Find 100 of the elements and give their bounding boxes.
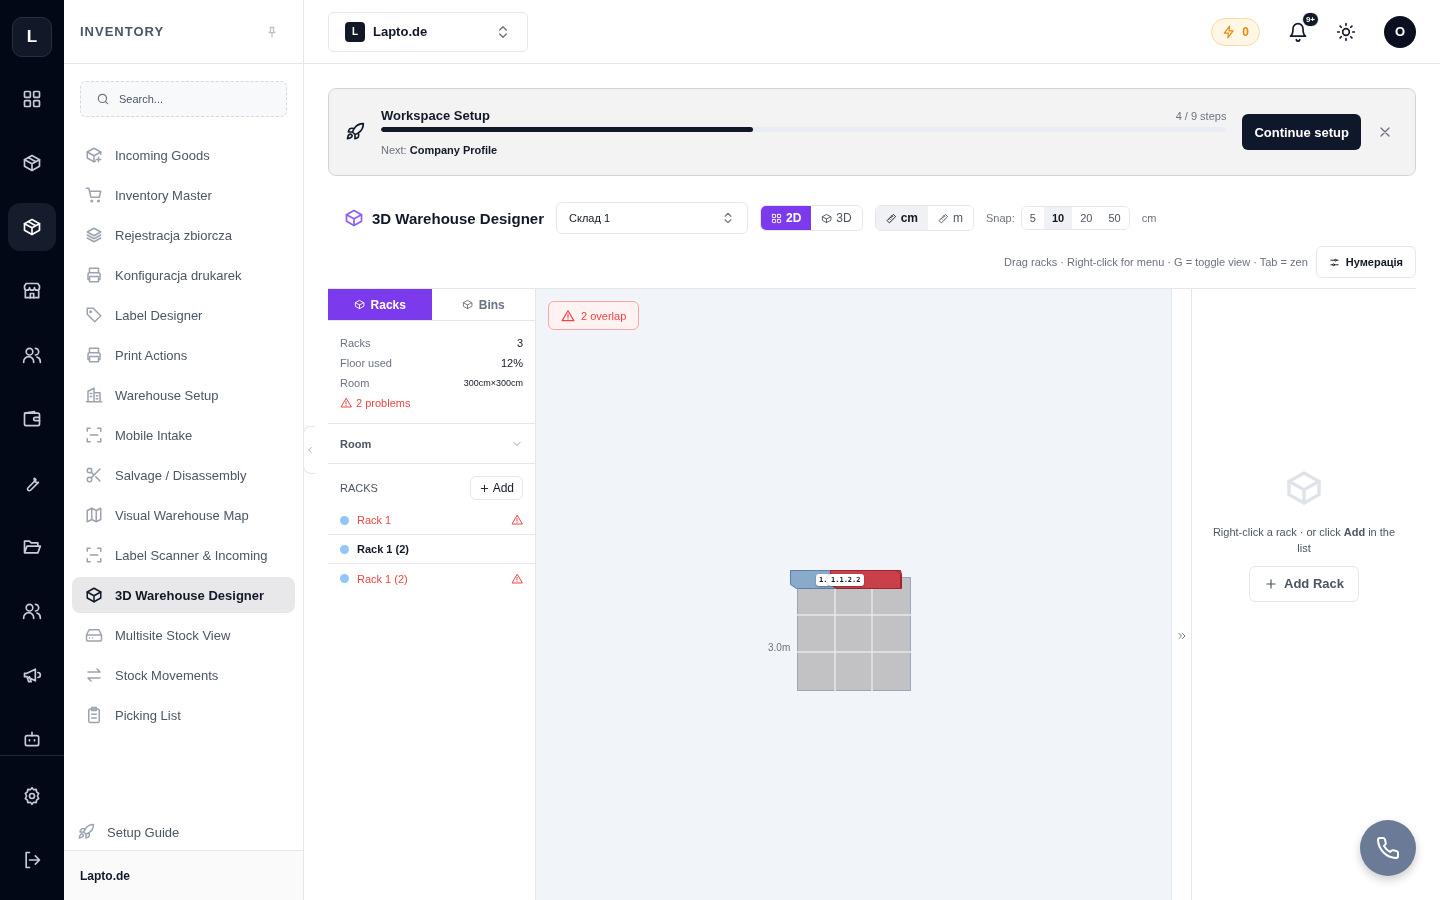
sidebar-item[interactable]: 3D Warehouse Designer <box>72 577 295 613</box>
rocket-icon <box>345 122 365 142</box>
map-icon <box>85 506 103 524</box>
cube-icon <box>461 299 473 310</box>
sliders-icon <box>1328 256 1340 268</box>
cube-icon <box>353 299 365 310</box>
scissors-icon <box>85 466 103 484</box>
shortcut-hint: Drag racks · Right-click for menu · G = toggle view · Tab = zen <box>1004 256 1308 268</box>
sidebar-item[interactable]: Rejestracja zbiorcza <box>72 217 295 253</box>
scan-icon <box>85 426 103 444</box>
problems-text: 2 problems <box>356 397 411 409</box>
cube-icon <box>85 586 103 604</box>
sidebar-item[interactable]: Print Actions <box>72 337 295 373</box>
grid-icon <box>771 212 782 224</box>
cart-icon <box>85 186 103 204</box>
workspace-switcher[interactable]: L Lapto.de <box>328 11 528 52</box>
sidebar-item[interactable]: Stock Movements <box>72 657 295 693</box>
stat-value: 300cm×300cm <box>463 378 523 388</box>
stat-label: Room <box>340 377 370 389</box>
add-button[interactable]: Add <box>469 476 523 500</box>
ruler-icon <box>885 212 897 224</box>
folder-icon <box>22 537 42 557</box>
sidebar-item[interactable]: Incoming Goods <box>72 137 295 173</box>
bell-icon[interactable] <box>1288 21 1308 42</box>
notification-count: 9+ <box>1301 11 1319 27</box>
printer-icon <box>85 346 103 364</box>
view-toggle[interactable]: 2D <box>761 206 812 230</box>
phone-icon <box>1376 836 1400 860</box>
setup-guide-link[interactable]: Setup Guide <box>64 814 303 850</box>
sidebar-item[interactable]: Inventory Master <box>72 177 295 213</box>
rack-item[interactable]: Rack 1 (2) <box>328 564 535 593</box>
warning-icon <box>511 572 523 585</box>
sidebar-item[interactable]: Warehouse Setup <box>72 377 295 413</box>
room-section-toggle[interactable]: Room <box>328 424 535 464</box>
clipboard-icon <box>85 706 103 724</box>
package-icon <box>22 153 42 173</box>
stat-value: 12% <box>500 357 523 369</box>
app-logo[interactable]: L <box>12 17 52 57</box>
step-count: 4 / 9 steps <box>1175 110 1227 122</box>
section-heading: RACKS <box>340 482 378 494</box>
plus-icon <box>1264 576 1278 591</box>
cube-icon <box>821 212 833 224</box>
users-icon <box>22 345 42 365</box>
empty-hint: Right-click a rack · or click Add in the list <box>1211 524 1397 556</box>
rack-item[interactable]: Rack 1 <box>328 506 535 535</box>
add-rack-button[interactable]: Add Rack <box>1249 565 1359 602</box>
avatar[interactable]: O <box>1384 15 1416 48</box>
sidebar-item[interactable]: Picking List <box>72 697 295 733</box>
sidebar-item[interactable]: Label Designer <box>72 297 295 333</box>
stat-value: 3 <box>516 337 523 349</box>
sidebar-title: INVENTORY <box>80 24 165 39</box>
lightning-icon <box>1222 24 1237 39</box>
dimension-label: 3.0m <box>768 642 791 653</box>
warning-icon <box>561 308 575 323</box>
warehouse-select[interactable]: Склад 1 <box>556 202 748 234</box>
store-icon <box>22 281 42 301</box>
sidebar-item[interactable]: Konfiguracja drukarek <box>72 257 295 293</box>
banner-title: Workspace Setup <box>381 108 490 123</box>
continue-setup-button[interactable]: Continue setup <box>1242 114 1361 150</box>
warning-icon <box>340 397 352 409</box>
package-icon <box>22 217 42 237</box>
megaphone-icon <box>22 665 42 685</box>
robot-icon <box>22 729 42 749</box>
users-icon <box>22 601 42 621</box>
rack-item[interactable]: Rack 1 (2) <box>328 535 535 564</box>
warning-icon <box>511 514 523 526</box>
scan-icon <box>85 546 103 564</box>
unit-toggle[interactable]: cm <box>875 206 929 230</box>
rocket-icon <box>77 823 95 841</box>
layers-icon <box>85 226 103 244</box>
settings-icon[interactable] <box>22 786 42 806</box>
cube-icon <box>344 208 364 228</box>
sidebar-item[interactable]: Label Scanner & Incoming <box>72 537 295 573</box>
rail-item[interactable] <box>8 203 56 251</box>
tag-icon <box>85 306 103 324</box>
printer-icon <box>85 266 103 284</box>
sun-icon[interactable] <box>1336 21 1356 42</box>
plus-icon <box>478 482 490 494</box>
snap-option[interactable]: 10 <box>1043 207 1073 229</box>
sidebar-item[interactable]: Multisite Stock View <box>72 617 295 653</box>
package-plus-icon <box>85 146 103 164</box>
building-icon <box>85 386 103 404</box>
panel-tab[interactable]: Racks <box>328 289 432 320</box>
sidebar-item[interactable]: Salvage / Disassembly <box>72 457 295 493</box>
sidebar-item[interactable]: Visual Warehouse Map <box>72 497 295 533</box>
call-button[interactable] <box>1360 820 1416 876</box>
drive-icon <box>85 626 103 644</box>
snap-unit: cm <box>1141 212 1157 224</box>
grid-icon <box>22 89 42 109</box>
ruler-icon <box>938 212 950 224</box>
logout-icon[interactable] <box>22 850 42 870</box>
overlap-badge: 2 overlap <box>548 301 640 330</box>
search-field[interactable]: Search... <box>80 81 287 117</box>
stat-label: Racks <box>340 337 371 349</box>
numbering-button[interactable]: Нумерація <box>1315 246 1416 278</box>
wallet-icon <box>22 409 42 429</box>
page-title: 3D Warehouse Designer <box>372 209 544 227</box>
search-icon <box>96 92 110 106</box>
next-step-text: Next: Company Profile <box>381 144 499 156</box>
sidebar-item[interactable]: Mobile Intake <box>72 417 295 453</box>
